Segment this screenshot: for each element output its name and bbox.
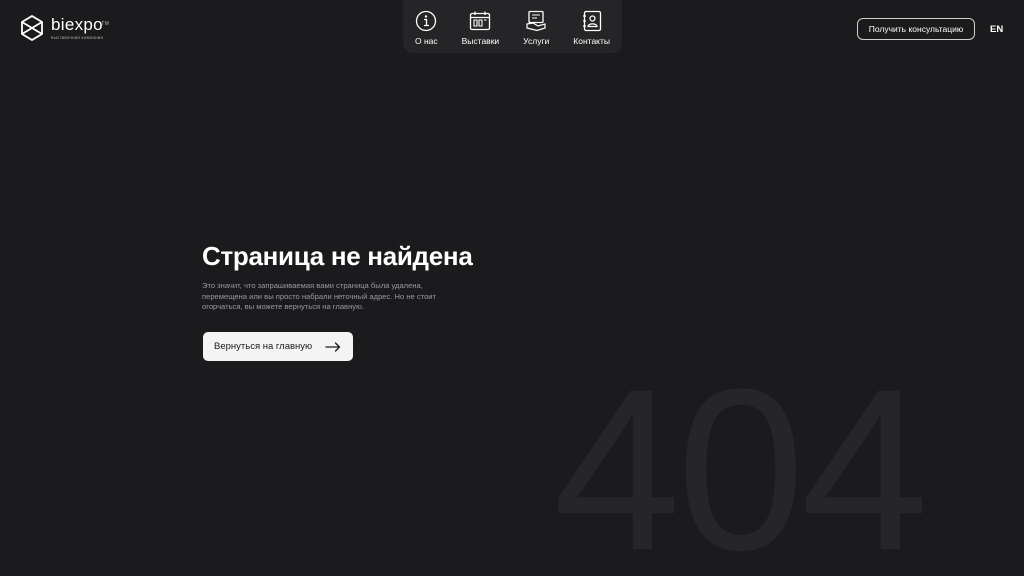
page-description: Это значит, что запрашиваемая вами стран… [202, 281, 437, 311]
logo-tagline: выставочная компания [51, 35, 104, 40]
logo-name: biexpo TM [51, 15, 110, 34]
services-icon [526, 10, 546, 32]
nav-label-about: О нас [414, 36, 438, 46]
not-found-page: 404 biexpoTM выставочная компания О нас [0, 0, 1024, 576]
main-nav: О нас Выставки Услуги Контакты [403, 0, 622, 53]
nav-item-exhibitions[interactable]: Выставки [461, 10, 500, 46]
back-to-home-button[interactable]: Вернуться на главную [203, 332, 353, 361]
back-to-home-label: Вернуться на главную [214, 341, 313, 352]
nav-item-services[interactable]: Услуги [523, 10, 549, 46]
consultation-button[interactable]: Получить консультацию [857, 18, 975, 40]
arrow-right-icon [325, 341, 341, 352]
info-icon [416, 10, 437, 32]
nav-label-exhibitions: Выставки [461, 36, 500, 46]
nav-item-about[interactable]: О нас [415, 10, 438, 46]
page-title: Страница не найдена [202, 241, 473, 271]
error-code-watermark: 404 [553, 341, 929, 576]
nav-label-contacts: Контакты [573, 36, 610, 46]
nav-item-contacts[interactable]: Контакты [573, 10, 610, 46]
logo-trademark: TM [101, 21, 110, 27]
language-switch[interactable]: EN [990, 24, 1003, 35]
contacts-book-icon [582, 10, 601, 32]
exhibition-calendar-icon [470, 11, 491, 31]
nav-label-services: Услуги [523, 36, 550, 46]
logo-link[interactable]: biexpo TM выставочная компания [21, 15, 110, 41]
biexpo-logo-icon [21, 15, 43, 41]
